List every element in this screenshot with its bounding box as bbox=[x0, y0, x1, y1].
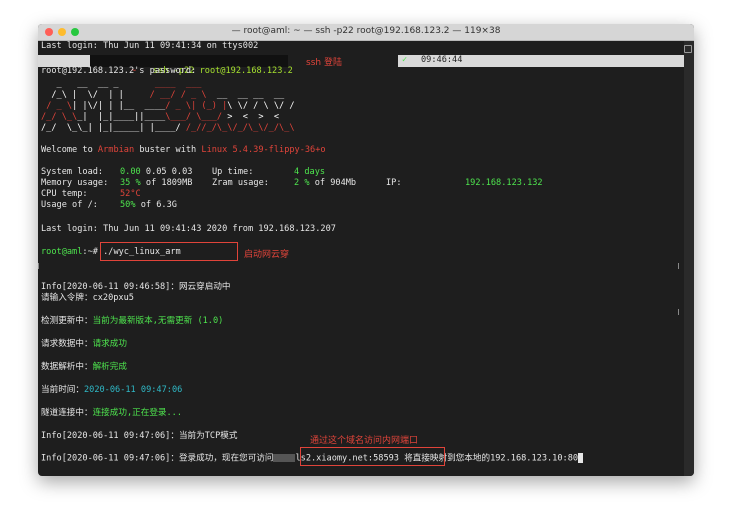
cpu-label: CPU temp: bbox=[41, 189, 88, 199]
sys-load-rest: 0.05 0.03 bbox=[145, 167, 193, 177]
redacted-block bbox=[273, 454, 296, 462]
zram-of: of 904Mb bbox=[314, 178, 357, 188]
mem-label: Memory usage: bbox=[41, 178, 109, 188]
final-url-highlight bbox=[300, 447, 445, 466]
token-line: 请输入令牌：cx20pxu5 bbox=[41, 293, 134, 303]
final-annotation: 通过这个域名访问内网端口 bbox=[310, 436, 419, 446]
ip-value: 192.168.123.132 bbox=[465, 178, 543, 188]
terminal-window: — root@aml: ~ — ssh -p22 root@192.168.12… bbox=[38, 24, 694, 476]
ssh-annotation: ssh 登陆 bbox=[306, 58, 342, 68]
usage-label: Usage of /: bbox=[41, 200, 98, 210]
usage-of: of 6.3G bbox=[140, 200, 177, 210]
sys-load-1: 0.00 bbox=[120, 167, 141, 177]
terminal-content[interactable]: Last login: Thu Jun 11 09:41:34 on ttys0… bbox=[38, 41, 684, 476]
run-command-highlight bbox=[100, 242, 238, 261]
info-start-line: Info[2020-06-11 09:46:58]：网云穿启动中 bbox=[41, 282, 231, 292]
cpu-value: 52°C bbox=[120, 189, 141, 199]
text-cursor bbox=[578, 453, 584, 463]
uptime-label: Up time: bbox=[212, 167, 254, 177]
mem-of: of 1809MB bbox=[145, 178, 193, 188]
title-bar: — root@aml: ~ — ssh -p22 root@192.168.12… bbox=[38, 24, 694, 41]
parse-line: 数据解析中：解析完成 bbox=[41, 362, 127, 372]
usage-pct: 50% bbox=[120, 200, 136, 210]
check-icon: ✓ bbox=[402, 55, 408, 65]
check-update-line: 检测更新中：当前为最新版本,无需更新 (1.0) bbox=[41, 316, 224, 326]
scroll-marker-right bbox=[678, 263, 679, 269]
welcome-line: Welcome to Armbian buster with Linux 5.4… bbox=[41, 145, 326, 155]
window-title: — root@aml: ~ — ssh -p22 root@192.168.12… bbox=[231, 26, 501, 36]
scroll-marker-right-2 bbox=[678, 309, 679, 315]
sys-load-label: System load: bbox=[41, 167, 104, 177]
request-line: 请求数据中：请求成功 bbox=[41, 339, 127, 349]
uptime-value: 4 days bbox=[294, 167, 326, 177]
mem-pct: 35 % bbox=[120, 178, 141, 188]
time-line: 当前时间：2020-06-11 09:47:06 bbox=[41, 385, 183, 395]
zram-label: Zram usage: bbox=[212, 178, 269, 188]
prompt-time: 09:46:44 bbox=[421, 55, 463, 65]
zram-pct: 2 % bbox=[294, 178, 310, 188]
scroll-marker-left bbox=[38, 263, 39, 269]
password-prompt: root@192.168.123.2's password: bbox=[41, 66, 197, 76]
run-annotation: 启动网云穿 bbox=[244, 250, 290, 260]
scroll-menu-icon[interactable] bbox=[684, 45, 692, 53]
ip-label: IP: bbox=[386, 178, 402, 188]
scrollbar[interactable] bbox=[684, 41, 694, 476]
tcp-line: Info[2020-06-11 09:47:06]：当前为TCP模式 bbox=[41, 431, 238, 441]
last-login-top: Last login: Thu Jun 11 09:41:34 on ttys0… bbox=[41, 41, 259, 51]
tunnel-line: 隧道连接中：连接成功,正在登录... bbox=[41, 408, 183, 418]
last-login-bottom: Last login: Thu Jun 11 09:41:43 2020 fro… bbox=[41, 224, 336, 234]
